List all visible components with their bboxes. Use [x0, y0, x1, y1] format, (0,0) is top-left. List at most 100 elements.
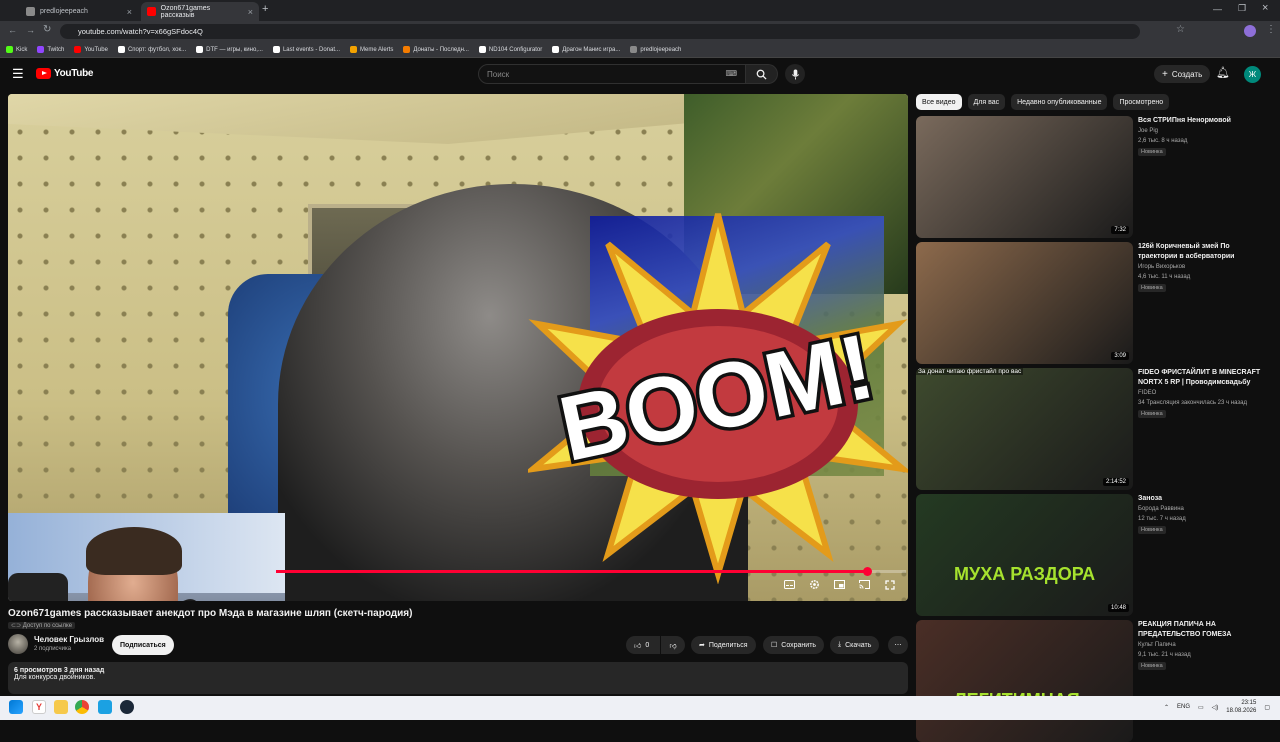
bookmark-label: Meme Alerts [360, 46, 394, 53]
new-tab-icon[interactable]: + [262, 3, 268, 15]
youtube-play-icon [36, 68, 51, 79]
subtitles-icon[interactable] [783, 578, 796, 591]
fullscreen-icon[interactable] [883, 578, 896, 591]
close-tab-icon[interactable]: × [248, 7, 253, 17]
close-window-icon[interactable]: × [1262, 2, 1268, 14]
recommendation-meta: 4,6 тыс. 11 ч назад [1138, 274, 1191, 280]
recommendation-channel[interactable]: FIDEO [1138, 390, 1156, 396]
channel-name[interactable]: Человек Грызлов [34, 635, 104, 644]
windows-taskbar: Y ⌃ ENG ▭ ◁) 23:15 18.08.2026 ▢ [0, 696, 1280, 720]
recommendation-item[interactable]: ЛЕГИТИМНАЯРЕАКЦИЯ ПАПИЧА НА ПРЕДАТЕЛЬСТВ… [916, 620, 1276, 742]
browser-menu-icon[interactable]: ⋮ [1266, 24, 1276, 35]
recommendation-channel[interactable]: Игорь Вихорьков [1138, 264, 1185, 270]
cast-icon[interactable] [858, 578, 871, 591]
network-icon[interactable]: ▭ [1198, 704, 1204, 711]
filter-chip[interactable]: Все видео [916, 94, 962, 110]
yandex-browser-icon[interactable]: Y [32, 700, 46, 714]
close-tab-icon[interactable]: × [127, 7, 132, 17]
hamburger-menu-icon[interactable]: ☰ [12, 66, 24, 82]
recommendation-channel[interactable]: Борода Раввина [1138, 506, 1184, 512]
recommendation-channel[interactable]: Joe Pig [1138, 128, 1158, 134]
account-avatar[interactable]: Ж [1244, 66, 1261, 83]
channel-avatar[interactable] [8, 634, 28, 654]
bookmark-item[interactable]: Meme Alerts [350, 46, 393, 53]
filter-chip[interactable]: Просмотрено [1113, 94, 1170, 110]
recommendation-thumbnail[interactable]: За донат читаю фристайл про вас 2:14:52 [916, 368, 1133, 490]
bookmark-star-icon[interactable]: ☆ [1176, 24, 1185, 35]
search-button[interactable] [746, 64, 778, 84]
recommendation-channel[interactable]: Культ Папича [1138, 642, 1176, 648]
forward-icon[interactable]: → [26, 25, 35, 35]
notifications-icon[interactable]: ▢ [1264, 704, 1270, 711]
keyboard-icon[interactable]: ⌨ [725, 69, 737, 78]
reload-icon[interactable]: ↻ [43, 24, 51, 35]
file-explorer-icon[interactable] [54, 700, 68, 714]
share-button[interactable]: ➦ Поделиться [691, 636, 756, 654]
progress-scrubber[interactable] [862, 567, 872, 576]
filter-chip[interactable]: Для вас [967, 94, 1006, 110]
bookmark-item[interactable]: Last events - Donat... [272, 46, 340, 53]
windows-start-icon[interactable] [9, 700, 23, 714]
recommendation-thumbnail[interactable]: ЛЕГИТИМНАЯ [916, 620, 1133, 742]
steam-icon[interactable] [120, 700, 134, 714]
bookmark-item[interactable]: Twitch [37, 46, 64, 53]
voice-search-button[interactable] [785, 64, 805, 84]
progress-bar[interactable] [276, 567, 906, 576]
like-button[interactable]: 👍︎ 0 [626, 636, 660, 654]
bookmark-item[interactable]: Донаты - Последн... [403, 46, 469, 53]
volume-icon[interactable]: ◁) [1212, 704, 1219, 711]
bookmarks-bar: Kick Twitch YouTube Спорт: футбол, хок... DT… [0, 42, 1280, 58]
profile-icon[interactable] [1244, 25, 1256, 37]
download-icon: ⤓ [838, 641, 842, 648]
address-bar[interactable]: youtube.com/watch?v=x66gSFdoc4Q [60, 24, 1140, 39]
back-icon[interactable]: ← [8, 25, 17, 35]
like-count: 0 [645, 641, 650, 649]
bookmark-item[interactable]: Kick [6, 46, 27, 53]
minimize-icon[interactable]: — [1213, 4, 1222, 14]
recommendation-title[interactable]: Заноза [1138, 494, 1268, 504]
search-input[interactable]: Поиск ⌨ [478, 64, 746, 84]
clock[interactable]: 23:15 18.08.2026 [1226, 699, 1256, 715]
system-tray: ⌃ ENG ▭ ◁) 23:15 18.08.2026 ▢ [1164, 699, 1270, 715]
recommendation-item[interactable]: 7:32 Вся СТРИПня Ненормовой Joe Pig 2,6 тыс… [916, 116, 1276, 238]
tab-predlojeepeach[interactable]: predlojeepeach × [20, 2, 138, 21]
description-box[interactable]: 6 просмотров 3 дня назад Для конкурса дв… [8, 662, 908, 694]
settings-gear-icon[interactable] [808, 578, 821, 591]
recommendation-item[interactable]: 3:09 126й Коричневый змей По траектории в… [916, 242, 1276, 364]
download-button[interactable]: ⤓ Скачать [830, 636, 880, 654]
bookmark-item[interactable]: predlojeepeach [630, 46, 681, 53]
bookmark-item[interactable]: YouTube [74, 46, 108, 53]
recommendation-meta: 12 тыс. 7 ч назад [1138, 516, 1186, 522]
save-button[interactable]: ☐ Сохранить [763, 636, 825, 654]
recommendation-thumbnail[interactable]: 3:09 [916, 242, 1133, 364]
miniplayer-icon[interactable] [833, 578, 846, 591]
bookmark-item[interactable]: DTF — игры, кино,... [196, 46, 263, 53]
notifications-bell-icon[interactable]: 🔔︎ [1216, 66, 1230, 79]
youtube-logo[interactable]: YouTube [36, 68, 94, 79]
maximize-icon[interactable]: ❐ [1238, 3, 1246, 14]
tab-active-video[interactable]: Ozon671games рассказыв × [141, 2, 259, 21]
bookmark-item[interactable]: Спорт: футбол, хок... [117, 46, 186, 53]
recommendation-title[interactable]: 126й Коричневый змей По траектории в асб… [1138, 242, 1268, 262]
recommendation-item[interactable]: МУХА РАЗДОРА 10:48 Заноза Борода Раввина 12 … [916, 494, 1276, 616]
notepad-icon[interactable] [98, 700, 112, 714]
recommendation-title[interactable]: Вся СТРИПня Ненормовой [1138, 116, 1268, 126]
bookmark-item[interactable]: ND104 Configurator [478, 46, 542, 53]
recommendation-thumbnail[interactable]: 7:32 [916, 116, 1133, 238]
create-button[interactable]: + Создать [1154, 65, 1211, 83]
filter-chip[interactable]: Недавно опубликованные [1011, 94, 1108, 110]
tray-overflow-icon[interactable]: ⌃ [1164, 704, 1169, 711]
chrome-icon[interactable] [75, 700, 89, 714]
recommendation-meta: 9,1 тыс. 21 ч назад [1138, 652, 1191, 658]
subscribe-button[interactable]: Подписаться [112, 635, 174, 655]
video-player[interactable]: BOOM! [8, 94, 908, 601]
language-indicator[interactable]: ENG [1177, 704, 1190, 710]
more-actions-button[interactable]: ⋯ [888, 636, 908, 654]
recommendation-title[interactable]: РЕАКЦИЯ ПАПИЧА НА ПРЕДАТЕЛЬСТВО ГОМЕЗА [1138, 620, 1268, 640]
bookmark-item[interactable]: Драгон Манис игра... [552, 46, 620, 53]
link-access-badge: ⊂⊃ Доступ по ссылке [8, 622, 76, 629]
recommendation-title[interactable]: FIDEO ФРИСТАЙЛИТ В MINECRAFT NORTX 5 RP … [1138, 368, 1268, 388]
recommendation-item[interactable]: За донат читаю фристайл про вас 2:14:52 FI… [916, 368, 1276, 490]
dislike-button[interactable]: 👎︎ [661, 636, 685, 654]
recommendation-thumbnail[interactable]: МУХА РАЗДОРА 10:48 [916, 494, 1133, 616]
